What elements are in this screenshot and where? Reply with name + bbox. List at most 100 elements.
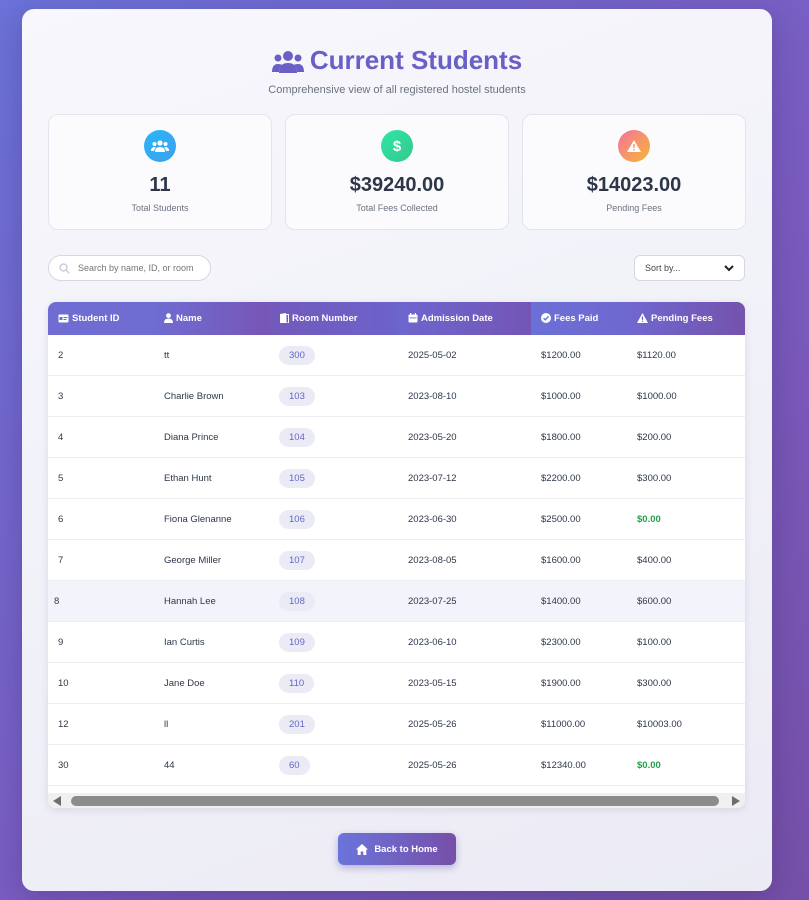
table-row[interactable]: 30 44 60 2025-05-26 $12340.00 $0.00 <box>48 744 745 786</box>
cell-admission-date: 2025-05-02 <box>398 335 531 376</box>
user-icon <box>164 313 173 323</box>
cell-name: Fiona Glenanne <box>154 498 269 540</box>
cell-fees-paid: $1200.00 <box>531 335 627 376</box>
cell-fees-paid: $1600.00 <box>531 539 627 581</box>
chevron-down-icon <box>724 264 734 271</box>
cell-fees-paid: $12340.00 <box>531 744 627 786</box>
cell-pending-fees: $0.00 <box>627 744 745 786</box>
cell-room: 105 <box>269 457 398 499</box>
scrollbar-thumb[interactable] <box>71 796 719 806</box>
cell-admission-date: 2025-05-26 <box>398 703 531 745</box>
cell-student-id: 12 <box>48 703 154 745</box>
cell-fees-paid: $2200.00 <box>531 457 627 499</box>
cell-student-id: 7 <box>48 539 154 581</box>
header-label: Admission Date <box>421 313 493 324</box>
door-icon <box>280 313 289 324</box>
column-header-fees-paid[interactable]: Fees Paid <box>531 302 627 335</box>
sort-select[interactable]: Sort by... <box>634 255 745 281</box>
room-badge: 300 <box>279 345 315 365</box>
horizontal-scrollbar[interactable] <box>48 793 745 808</box>
table-row[interactable]: 10 Jane Doe 110 2023-05-15 $1900.00 $300… <box>48 662 745 704</box>
cell-fees-paid: $1800.00 <box>531 416 627 458</box>
cell-room: 108 <box>269 580 398 622</box>
search-box[interactable] <box>48 255 211 281</box>
column-header-room-number[interactable]: Room Number <box>269 302 398 335</box>
column-header-pending-fees[interactable]: Pending Fees <box>627 302 745 335</box>
cell-room: 300 <box>269 335 398 376</box>
stat-label: Total Students <box>131 203 189 213</box>
room-badge: 109 <box>279 632 315 652</box>
stat-value: $39240.00 <box>349 174 445 196</box>
cell-name: Hannah Lee <box>154 580 269 622</box>
cell-pending-fees: $100.00 <box>627 621 745 663</box>
cell-room: 107 <box>269 539 398 581</box>
warning-icon <box>637 313 648 323</box>
cell-student-id: 5 <box>48 457 154 499</box>
header-label: Room Number <box>292 313 358 324</box>
search-icon <box>59 262 70 274</box>
cell-pending-fees: $1000.00 <box>627 375 745 417</box>
cell-admission-date: 2023-07-25 <box>398 580 531 622</box>
cell-admission-date: 2023-05-15 <box>398 662 531 704</box>
column-header-name[interactable]: Name <box>154 302 269 335</box>
table-row[interactable]: 5 Ethan Hunt 105 2023-07-12 $2200.00 $30… <box>48 457 745 499</box>
back-to-home-button[interactable]: Back to Home <box>338 833 456 865</box>
cell-admission-date: 2023-08-10 <box>398 375 531 417</box>
header-label: Student ID <box>72 313 120 324</box>
cell-name: 44 <box>154 744 269 786</box>
cell-name: Ethan Hunt <box>154 457 269 499</box>
table-row[interactable]: 4 Diana Prince 104 2023-05-20 $1800.00 $… <box>48 416 745 458</box>
cell-admission-date: 2023-06-30 <box>398 498 531 540</box>
cell-admission-date: 2023-08-05 <box>398 539 531 581</box>
cell-pending-fees: $1120.00 <box>627 335 745 376</box>
table-row[interactable]: 7 George Miller 107 2023-08-05 $1600.00 … <box>48 539 745 581</box>
users-icon <box>271 51 304 73</box>
dollar-icon: $ <box>381 130 413 162</box>
room-badge: 103 <box>279 386 315 406</box>
cell-name: tt <box>154 335 269 376</box>
scroll-right-arrow-icon[interactable] <box>731 796 740 806</box>
search-input[interactable] <box>76 262 204 274</box>
cell-name: Diana Prince <box>154 416 269 458</box>
room-badge: 104 <box>279 427 315 447</box>
warning-icon <box>618 130 650 162</box>
stat-card-pending-fees: $14023.00 Pending Fees <box>522 114 746 230</box>
cell-student-id: 9 <box>48 621 154 663</box>
cell-fees-paid: $11000.00 <box>531 703 627 745</box>
cell-name: Jane Doe <box>154 662 269 704</box>
cell-room: 104 <box>269 416 398 458</box>
column-header-admission-date[interactable]: Admission Date <box>398 302 531 335</box>
cell-pending-fees: $300.00 <box>627 662 745 704</box>
cell-student-id: 3 <box>48 375 154 417</box>
sort-select-label: Sort by... <box>645 263 681 273</box>
cell-student-id: 6 <box>48 498 154 540</box>
table-row-hovered[interactable]: 8 Hannah Lee 108 2023-07-25 $1400.00 $60… <box>48 580 745 622</box>
room-badge: 105 <box>279 468 315 488</box>
table-row[interactable]: 3 Charlie Brown 103 2023-08-10 $1000.00 … <box>48 375 745 417</box>
users-icon <box>144 130 176 162</box>
page-title: Current Students <box>22 45 772 76</box>
cell-pending-fees: $400.00 <box>627 539 745 581</box>
stat-label: Total Fees Collected <box>356 203 438 213</box>
table-header-row: Student ID Name Room Number Admission Da… <box>48 302 745 335</box>
table-row[interactable]: 9 Ian Curtis 109 2023-06-10 $2300.00 $10… <box>48 621 745 663</box>
stat-label: Pending Fees <box>606 203 662 213</box>
cell-room: 109 <box>269 621 398 663</box>
cell-student-id: 4 <box>48 416 154 458</box>
cell-name: Ian Curtis <box>154 621 269 663</box>
cell-room: 60 <box>269 744 398 786</box>
cell-fees-paid: $2300.00 <box>531 621 627 663</box>
room-badge: 60 <box>279 755 310 775</box>
column-header-student-id[interactable]: Student ID <box>48 302 154 335</box>
table-row[interactable]: 12 ll 201 2025-05-26 $11000.00 $10003.00 <box>48 703 745 745</box>
table-row[interactable]: 2 tt 300 2025-05-02 $1200.00 $1120.00 <box>48 335 745 376</box>
header-label: Name <box>176 313 202 324</box>
header-label: Fees Paid <box>554 313 599 324</box>
cell-admission-date: 2023-06-10 <box>398 621 531 663</box>
scroll-left-arrow-icon[interactable] <box>53 796 62 806</box>
table-row[interactable]: 6 Fiona Glenanne 106 2023-06-30 $2500.00… <box>48 498 745 540</box>
cell-admission-date: 2023-07-12 <box>398 457 531 499</box>
cell-pending-fees: $200.00 <box>627 416 745 458</box>
header-label: Pending Fees <box>651 313 713 324</box>
cell-name: ll <box>154 703 269 745</box>
